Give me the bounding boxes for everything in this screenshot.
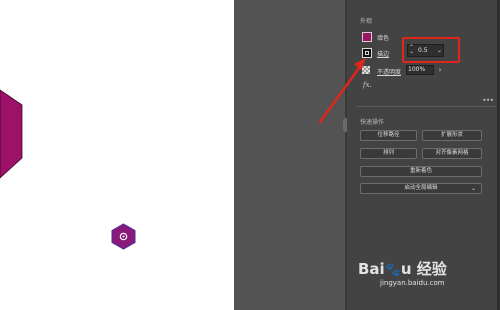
fill-label: 填色 (377, 35, 390, 42)
watermark-url: jingyan.baidu.com (380, 279, 445, 287)
appearance-title: 外观 (360, 18, 373, 25)
chevron-down-icon[interactable]: ⌄ (471, 184, 476, 193)
expand-shape-button[interactable]: 扩展形状 (422, 130, 482, 141)
start-global-edit-button[interactable]: 启动全局编辑 ⌄ (360, 183, 482, 194)
fx-icon[interactable]: fx. (363, 81, 372, 89)
more-dots-icon[interactable]: ••• (482, 96, 494, 105)
stroke-label[interactable]: 描边 (377, 49, 389, 58)
small-hexagon-shape[interactable] (110, 223, 137, 250)
quick-actions-title: 快速操作 (360, 119, 385, 126)
stroke-swatch[interactable] (362, 48, 372, 58)
offset-path-button[interactable]: 位移路径 (360, 130, 417, 141)
pasteboard-area (234, 0, 345, 310)
section-divider (356, 106, 496, 107)
opacity-swatch[interactable] (362, 66, 370, 74)
annotation-highlight-box (402, 37, 460, 63)
arrange-button[interactable]: 排列 (360, 148, 417, 159)
opacity-value[interactable]: 100% (408, 66, 425, 73)
baidu-jingyan-watermark: Bai🐾u 经验 (358, 260, 447, 278)
fill-swatch[interactable] (362, 32, 372, 42)
large-hexagon-shape[interactable] (0, 0, 234, 310)
opacity-label[interactable]: 不透明度 (377, 67, 401, 76)
recolor-button[interactable]: 重新着色 (360, 166, 482, 177)
start-global-edit-label: 启动全局编辑 (404, 185, 438, 191)
align-pixel-grid-button[interactable]: 对齐像素网格 (422, 148, 482, 159)
chevron-right-icon[interactable]: › (435, 65, 445, 75)
